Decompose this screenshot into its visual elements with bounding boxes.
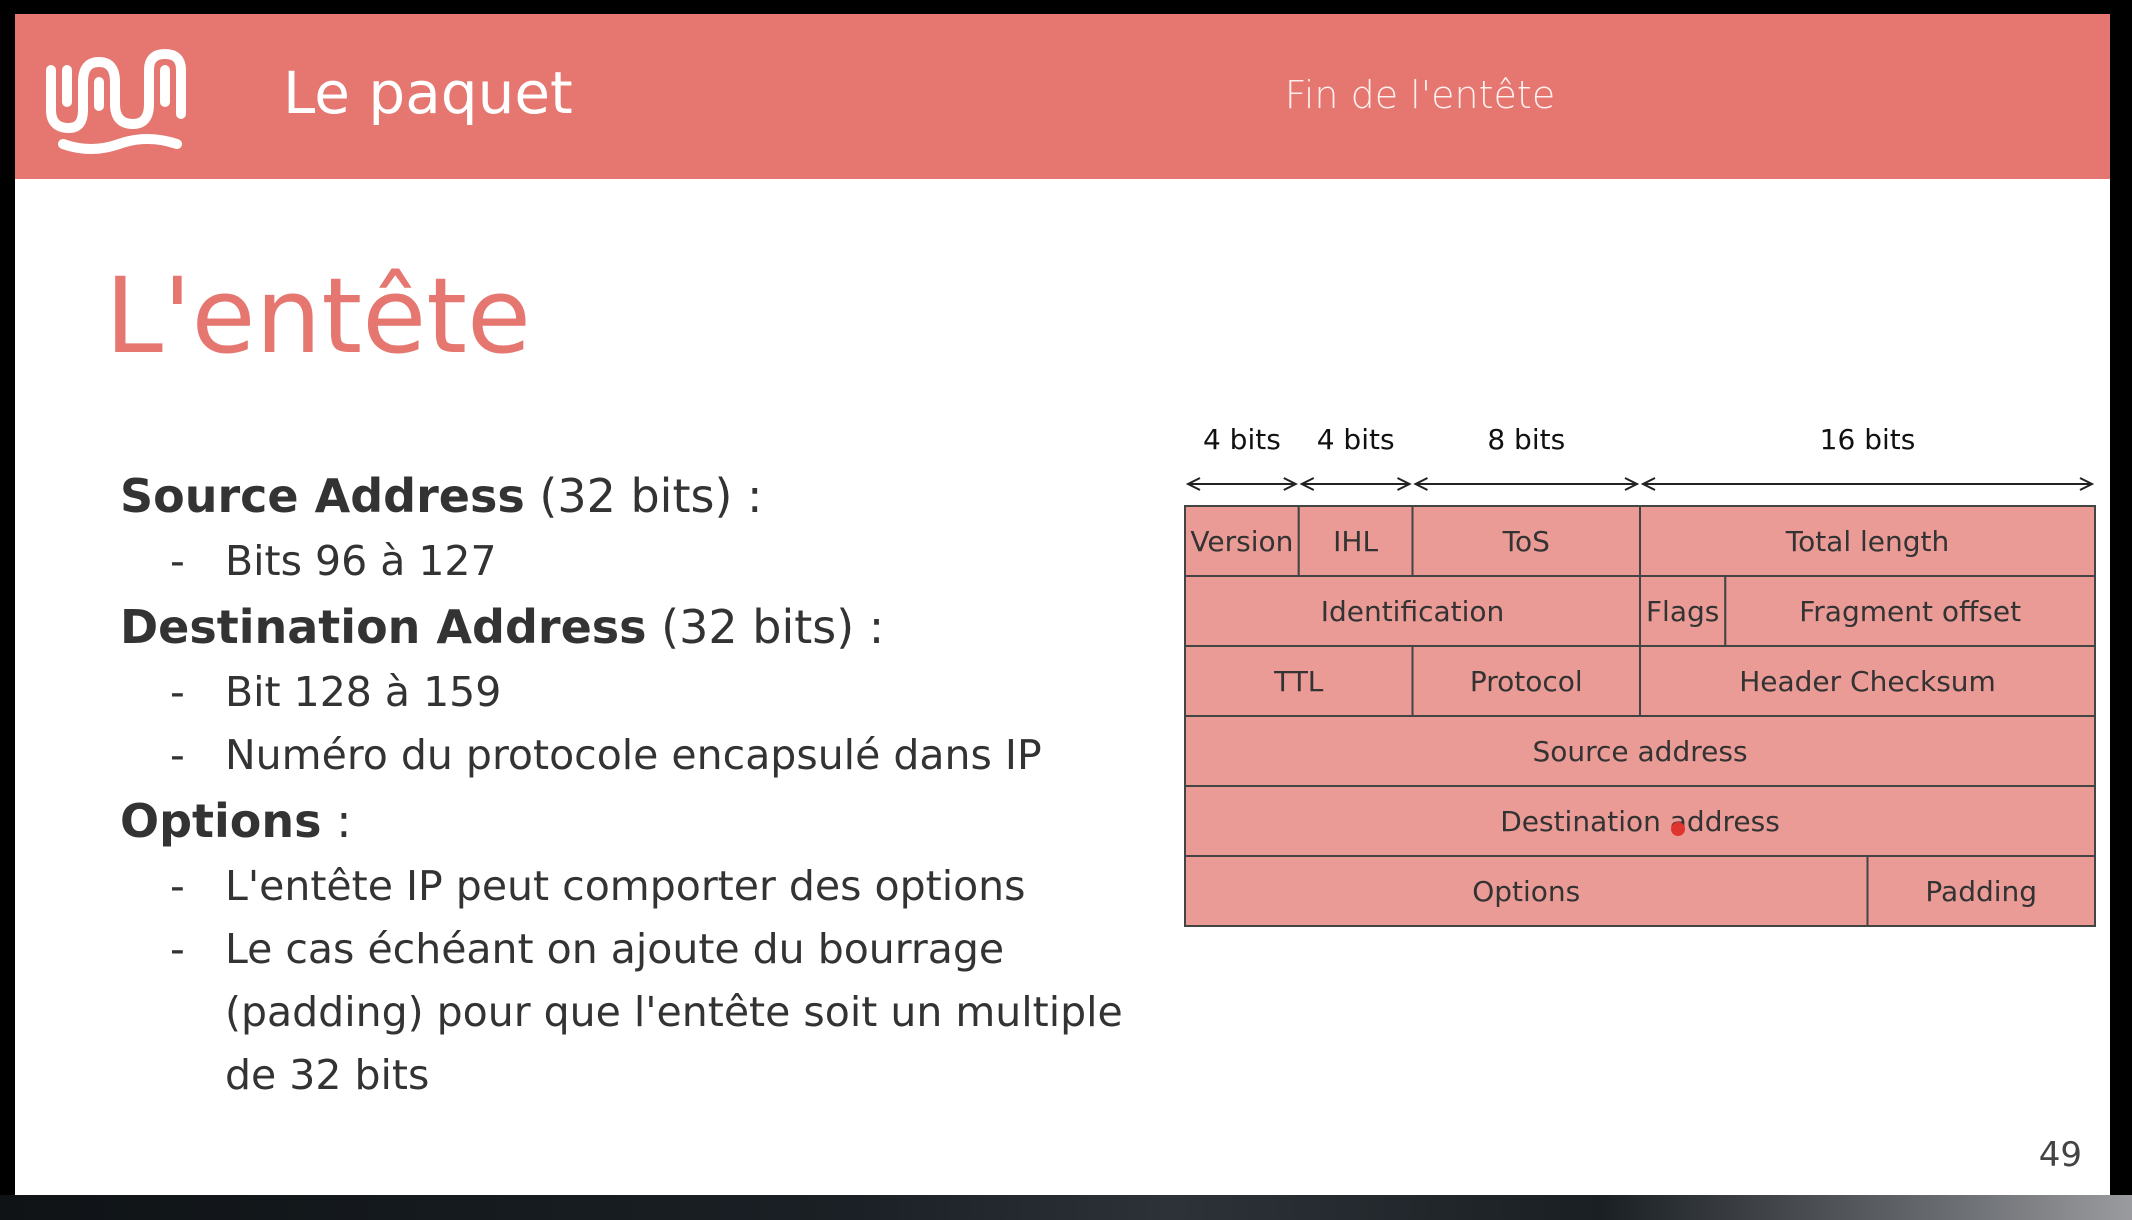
header-field-label: Fragment offset xyxy=(1799,595,2021,628)
header-field-label: Protocol xyxy=(1470,665,1583,698)
section-heading: Destination Address (32 bits) : xyxy=(120,593,1180,661)
bullet-text: Numéro du protocole encapsulé dans IP xyxy=(225,731,1042,779)
bit-width-label: 16 bits xyxy=(1820,423,1916,456)
bullet-dash: - xyxy=(170,731,185,779)
slide: Le paquet Fin de l'entête L'entête Sourc… xyxy=(15,14,2110,1195)
header-field-label: IHL xyxy=(1333,525,1378,558)
bullet-item: - Bits 96 à 127 xyxy=(120,530,1180,593)
bullet-content: Source Address (32 bits) : - Bits 96 à 12… xyxy=(120,462,1180,1107)
pointer-dot xyxy=(1671,822,1685,836)
bit-width-label: 4 bits xyxy=(1203,423,1281,456)
bullet-item: - Bit 128 à 159 xyxy=(120,661,1180,724)
header-field-label: Total length xyxy=(1785,525,1950,558)
header-field-label: Destination address xyxy=(1500,805,1780,838)
header-field-label: Flags xyxy=(1646,595,1719,628)
bullet-dash: - xyxy=(170,862,185,910)
header-field-label: Version xyxy=(1190,525,1293,558)
bullet-dash: - xyxy=(170,668,185,716)
bullet-item-continuation: de 32 bits xyxy=(120,1044,1180,1107)
section-heading-suffix: (32 bits) : xyxy=(646,600,885,654)
bullet-text: L'entête IP peut comporter des options xyxy=(225,862,1026,910)
section-heading-suffix: : xyxy=(321,794,352,848)
slide-title: L'entête xyxy=(105,255,531,377)
section-heading: Source Address (32 bits) : xyxy=(120,462,1180,530)
bullet-dash: - xyxy=(170,925,185,973)
section-heading-suffix: (32 bits) : xyxy=(524,469,763,523)
bullet-item-continuation: (padding) pour que l'entête soit un mult… xyxy=(120,981,1180,1044)
header-field-label: Options xyxy=(1472,875,1580,908)
header-field-label: Header Checksum xyxy=(1739,665,1996,698)
bullet-item: - L'entête IP peut comporter des options xyxy=(120,855,1180,918)
header-field-label: Padding xyxy=(1925,875,2037,908)
header-field-label: Identification xyxy=(1321,595,1505,628)
bullet-text: Bit 128 à 159 xyxy=(225,668,502,716)
bullet-text: (padding) pour que l'entête soit un mult… xyxy=(225,988,1123,1036)
section-heading-name: Options xyxy=(120,794,322,848)
bullet-item: - Numéro du protocole encapsulé dans IP xyxy=(120,724,1180,787)
bullet-text: de 32 bits xyxy=(225,1051,430,1099)
bullet-dash: - xyxy=(170,537,185,585)
header-field-label: Source address xyxy=(1532,735,1747,768)
video-background-strip xyxy=(0,1195,2132,1220)
logo-icon xyxy=(46,49,186,154)
section-title: Fin de l'entête xyxy=(1284,73,1556,117)
page-number: 49 xyxy=(2038,1135,2082,1175)
bullet-text: Bits 96 à 127 xyxy=(225,537,497,585)
slide-header: Le paquet Fin de l'entête xyxy=(15,14,2110,179)
bit-width-label: 4 bits xyxy=(1317,423,1395,456)
header-field-label: TTL xyxy=(1273,665,1324,698)
bullet-text: Le cas échéant on ajoute du bourrage xyxy=(225,925,1005,973)
deck-title: Le paquet xyxy=(283,59,573,127)
section-heading: Options : xyxy=(120,787,1180,855)
ip-header-diagram: 4 bits 4 bits 8 bits 16 bits Version IHL ToS To… xyxy=(1184,423,2096,927)
bit-width-label: 8 bits xyxy=(1487,423,1565,456)
bullet-item: - Le cas échéant on ajoute du bourrage xyxy=(120,918,1180,981)
section-heading-name: Destination Address xyxy=(120,600,647,654)
section-heading-name: Source Address xyxy=(120,469,525,523)
header-field-label: ToS xyxy=(1502,525,1550,558)
